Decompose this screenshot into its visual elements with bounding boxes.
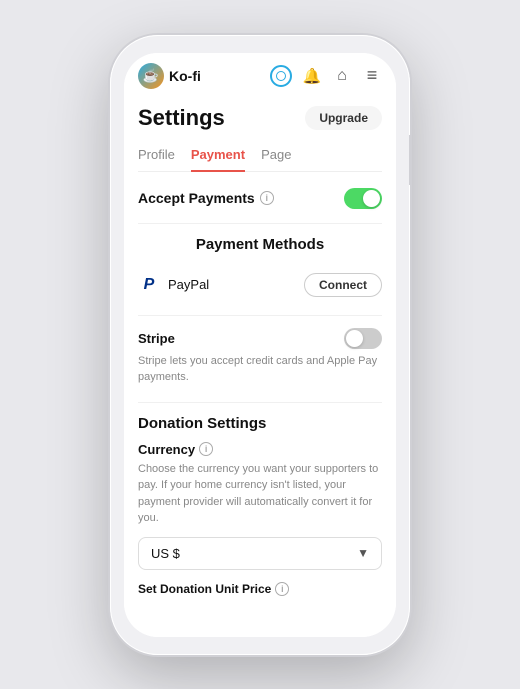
set-donation-label-row: Set Donation Unit Price i (138, 582, 382, 600)
accept-payments-info-icon[interactable]: i (260, 191, 274, 205)
currency-description: Choose the currency you want your suppor… (138, 461, 382, 527)
accept-payments-toggle[interactable] (344, 188, 382, 209)
paypal-icon: P (138, 274, 160, 296)
stripe-label: Stripe (138, 331, 175, 346)
paypal-connect-button[interactable]: Connect (304, 273, 382, 297)
paypal-row: P PayPal Connect (138, 267, 382, 303)
payment-methods-title: Payment Methods (138, 236, 382, 253)
bell-icon[interactable]: 🔔 (302, 66, 322, 86)
accept-payments-label: Accept Payments i (138, 190, 274, 206)
page-header: Settings Upgrade (138, 105, 382, 131)
tabs-bar: Profile Payment Page (138, 141, 382, 172)
page-content: Settings Upgrade Profile Payment Page Ac… (124, 95, 396, 637)
currency-value: US $ (151, 546, 180, 561)
app-name: Ko-fi (169, 68, 201, 84)
side-button (409, 135, 410, 185)
search-icon[interactable] (270, 65, 292, 87)
chevron-down-icon: ▼ (357, 546, 369, 560)
divider-1 (138, 223, 382, 224)
donation-settings-title: Donation Settings (138, 415, 382, 432)
currency-info-icon[interactable]: i (199, 442, 213, 456)
paypal-left: P PayPal (138, 274, 209, 296)
toggle-knob (363, 190, 380, 207)
logo-area: Ko-fi (138, 63, 262, 89)
top-bar: Ko-fi 🔔 ⌂ ≡ (124, 53, 396, 95)
divider-3 (138, 402, 382, 403)
nav-icons: 🔔 ⌂ ≡ (270, 65, 382, 87)
tab-payment[interactable]: Payment (191, 141, 245, 172)
phone-frame: Ko-fi 🔔 ⌂ ≡ Settings Upgrade Profile Pay… (110, 35, 410, 655)
phone-screen: Ko-fi 🔔 ⌂ ≡ Settings Upgrade Profile Pay… (124, 53, 396, 637)
accept-payments-row: Accept Payments i (138, 188, 382, 209)
stripe-toggle-knob (346, 330, 363, 347)
page-title: Settings (138, 105, 225, 131)
tab-profile[interactable]: Profile (138, 141, 175, 172)
paypal-label: PayPal (168, 277, 209, 292)
donation-settings-section: Donation Settings Currency i Choose the … (138, 415, 382, 600)
currency-dropdown[interactable]: US $ ▼ (138, 537, 382, 570)
currency-label: Currency i (138, 442, 382, 457)
home-icon[interactable]: ⌂ (332, 66, 352, 86)
menu-icon[interactable]: ≡ (362, 66, 382, 86)
stripe-row: Stripe Stripe lets you accept credit car… (138, 328, 382, 386)
upgrade-button[interactable]: Upgrade (305, 106, 382, 130)
divider-2 (138, 315, 382, 316)
tab-page[interactable]: Page (261, 141, 291, 172)
app-logo-icon (138, 63, 164, 89)
stripe-header: Stripe (138, 328, 382, 349)
donation-unit-info-icon[interactable]: i (275, 582, 289, 596)
stripe-toggle[interactable] (344, 328, 382, 349)
stripe-description: Stripe lets you accept credit cards and … (138, 353, 382, 386)
